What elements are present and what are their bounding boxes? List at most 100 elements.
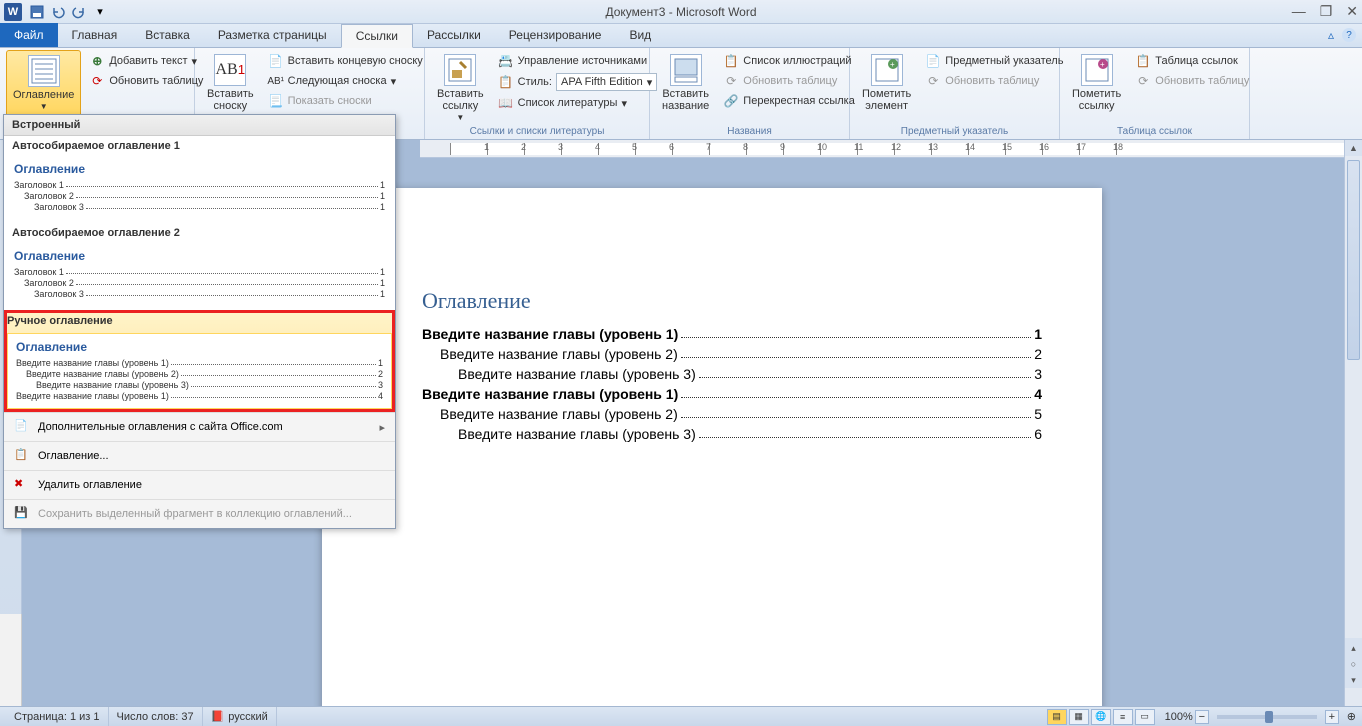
zoom-level[interactable]: 100% bbox=[1165, 711, 1193, 723]
style-select[interactable]: APA Fifth Edition ▾ bbox=[556, 73, 657, 91]
update-toc-button[interactable]: ⟳Обновить таблицу bbox=[87, 72, 205, 90]
help-icon[interactable]: ? bbox=[1342, 28, 1356, 42]
save-icon[interactable] bbox=[28, 3, 46, 21]
office-icon: 📄 bbox=[14, 419, 30, 435]
insert-toa-button[interactable]: 📋Таблица ссылок bbox=[1133, 52, 1251, 70]
remove-toc-button[interactable]: ✖ Удалить оглавление bbox=[4, 470, 395, 499]
toc-entry[interactable]: Введите название главы (уровень 2)5 bbox=[422, 406, 1042, 422]
prev-page-button[interactable]: ▴ bbox=[1345, 640, 1362, 656]
draft-view-button[interactable]: ▭ bbox=[1135, 709, 1155, 725]
style-value: APA Fifth Edition bbox=[561, 76, 643, 88]
svg-text:+: + bbox=[1100, 60, 1105, 69]
zoom-slider[interactable] bbox=[1217, 715, 1317, 719]
outline-view-button[interactable]: ≡ bbox=[1113, 709, 1133, 725]
quick-access-toolbar: ▾ bbox=[28, 3, 109, 21]
toc-entry[interactable]: Введите название главы (уровень 2)2 bbox=[422, 346, 1042, 362]
tab-mailings[interactable]: Рассылки bbox=[413, 23, 495, 47]
show-footnotes-button[interactable]: 📃Показать сноски bbox=[266, 92, 425, 110]
vertical-ruler[interactable] bbox=[0, 614, 22, 706]
gallery-auto1-item[interactable]: Оглавление Заголовок 11 Заголовок 21 Заг… bbox=[4, 156, 395, 223]
next-footnote-button[interactable]: AB¹Следующая сноска ▾ bbox=[266, 72, 425, 90]
mark-entry-button[interactable]: + Пометить элемент bbox=[856, 50, 917, 116]
restore-button[interactable]: ❐ bbox=[1320, 3, 1333, 20]
preview2-h1: Заголовок 1 bbox=[14, 267, 64, 277]
style-icon: 📋 bbox=[498, 74, 514, 90]
tab-page-layout[interactable]: Разметка страницы bbox=[204, 23, 341, 47]
tab-home[interactable]: Главная bbox=[58, 23, 132, 47]
close-button[interactable]: ✕ bbox=[1346, 3, 1358, 20]
document-page[interactable]: Оглавление Введите название главы (урове… bbox=[322, 188, 1102, 706]
insert-citation-label: Вставить ссылку bbox=[437, 88, 484, 112]
undo-icon[interactable] bbox=[49, 3, 67, 21]
toc-entry[interactable]: Введите название главы (уровень 3)6 bbox=[422, 426, 1042, 442]
mark-entry-icon: + bbox=[871, 54, 903, 86]
toc-button[interactable]: Оглавление ▼ bbox=[6, 50, 81, 118]
horizontal-ruler[interactable]: 123456789101112131415161718 bbox=[420, 140, 1344, 158]
mark-citation-icon: + bbox=[1081, 54, 1113, 86]
preview3-m2: Введите название главы (уровень 2) bbox=[26, 369, 179, 379]
print-layout-view-button[interactable]: ▤ bbox=[1047, 709, 1067, 725]
update-index-button[interactable]: ⟳Обновить таблицу bbox=[923, 72, 1065, 90]
insert-citation-button[interactable]: Вставить ссылку ▼ bbox=[431, 50, 490, 128]
ribbon-minimize-icon[interactable]: ▵ bbox=[1328, 28, 1334, 42]
insert-caption-button[interactable]: Вставить название bbox=[656, 50, 715, 116]
bibliography-button[interactable]: 📖Список литературы ▾ bbox=[496, 94, 660, 112]
update-index-label: Обновить таблицу bbox=[945, 75, 1039, 87]
toc-button-label: Оглавление bbox=[13, 89, 74, 101]
save-selection-button: 💾 Сохранить выделенный фрагмент в коллек… bbox=[4, 499, 395, 528]
update-toa-icon: ⟳ bbox=[1135, 73, 1151, 89]
toc-heading[interactable]: Оглавление bbox=[422, 288, 1042, 314]
ribbon-tabs: Файл Главная Вставка Разметка страницы С… bbox=[0, 24, 1362, 48]
status-language[interactable]: 📕русский bbox=[203, 707, 277, 726]
zoom-slider-handle[interactable] bbox=[1265, 711, 1273, 723]
add-text-button[interactable]: ⊕Добавить текст ▾ bbox=[87, 52, 205, 70]
toc-entry[interactable]: Введите название главы (уровень 1)1 bbox=[422, 326, 1042, 342]
zoom-in-button[interactable]: + bbox=[1325, 710, 1339, 724]
gallery-manual-title: Ручное оглавление bbox=[7, 313, 392, 333]
insert-endnote-button[interactable]: 📄 Вставить концевую сноску bbox=[266, 52, 425, 70]
web-view-button[interactable]: 🌐 bbox=[1091, 709, 1111, 725]
gallery-auto2-title: Автособираемое оглавление 2 bbox=[4, 223, 395, 243]
bibliography-icon: 📖 bbox=[498, 95, 514, 111]
fullscreen-view-button[interactable]: ▦ bbox=[1069, 709, 1089, 725]
update-captions-button[interactable]: ⟳Обновить таблицу bbox=[721, 72, 857, 90]
gallery-auto1-title: Автособираемое оглавление 1 bbox=[4, 136, 395, 156]
zoom-expand-button[interactable]: ⊕ bbox=[1347, 710, 1356, 723]
insert-footnote-button[interactable]: AB1 Вставить сноску bbox=[201, 50, 260, 116]
zoom-out-button[interactable]: − bbox=[1195, 710, 1209, 724]
qat-dropdown-icon[interactable]: ▾ bbox=[91, 3, 109, 21]
file-tab[interactable]: Файл bbox=[0, 23, 58, 47]
more-toc-button[interactable]: 📄 Дополнительные оглавления с сайта Offi… bbox=[4, 412, 395, 441]
status-words[interactable]: Число слов: 37 bbox=[109, 707, 203, 726]
toc-entry[interactable]: Введите название главы (уровень 3)3 bbox=[422, 366, 1042, 382]
manage-sources-button[interactable]: 📇Управление источниками bbox=[496, 52, 660, 70]
redo-icon[interactable] bbox=[70, 3, 88, 21]
browse-object-button[interactable]: ○ bbox=[1345, 656, 1362, 672]
toc-entry[interactable]: Введите название главы (уровень 1)4 bbox=[422, 386, 1042, 402]
minimize-button[interactable]: — bbox=[1292, 3, 1306, 20]
citation-icon bbox=[444, 54, 476, 86]
custom-toc-button[interactable]: 📋 Оглавление... bbox=[4, 441, 395, 470]
tab-insert[interactable]: Вставка bbox=[131, 23, 204, 47]
scroll-thumb[interactable] bbox=[1347, 160, 1360, 360]
tab-view[interactable]: Вид bbox=[615, 23, 665, 47]
tab-references[interactable]: Ссылки bbox=[341, 24, 413, 48]
gallery-manual-item[interactable]: Ручное оглавление Оглавление Введите наз… bbox=[4, 310, 395, 412]
endnote-icon: 📄 bbox=[268, 53, 284, 69]
insert-endnote-label: Вставить концевую сноску bbox=[288, 55, 423, 67]
citation-style-button[interactable]: 📋Стиль: APA Fifth Edition ▾ bbox=[496, 72, 660, 92]
tab-review[interactable]: Рецензирование bbox=[495, 23, 616, 47]
status-page[interactable]: Страница: 1 из 1 bbox=[6, 707, 109, 726]
cross-reference-button[interactable]: 🔗Перекрестная ссылка bbox=[721, 92, 857, 110]
insert-index-button[interactable]: 📄Предметный указатель bbox=[923, 52, 1065, 70]
vertical-scrollbar[interactable]: ▲ ▼ ▴ ○ ▾ bbox=[1344, 140, 1362, 706]
show-footnotes-label: Показать сноски bbox=[288, 95, 372, 107]
update-toa-button[interactable]: ⟳Обновить таблицу bbox=[1133, 72, 1251, 90]
next-page-button[interactable]: ▾ bbox=[1345, 672, 1362, 688]
scroll-up-button[interactable]: ▲ bbox=[1345, 140, 1362, 156]
gallery-auto2-item[interactable]: Оглавление Заголовок 11 Заголовок 21 Заг… bbox=[4, 243, 395, 310]
save-selection-icon: 💾 bbox=[14, 506, 30, 522]
mark-citation-button[interactable]: + Пометить ссылку bbox=[1066, 50, 1127, 116]
remove-toc-icon: ✖ bbox=[14, 477, 30, 493]
list-figures-button[interactable]: 📋Список иллюстраций bbox=[721, 52, 857, 70]
